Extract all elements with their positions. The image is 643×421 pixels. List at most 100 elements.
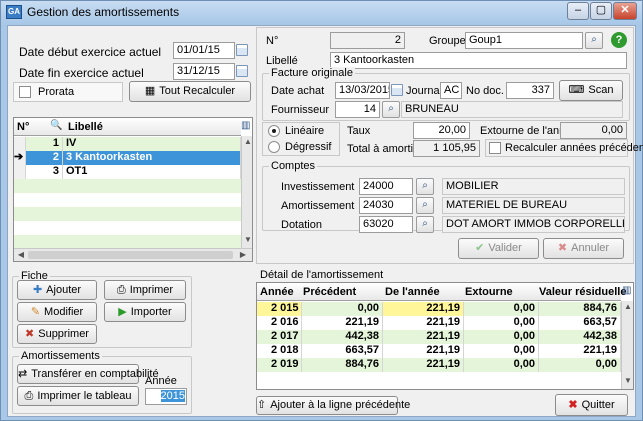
search-icon[interactable]: 🔍 — [50, 120, 62, 131]
group-field[interactable]: Goup1 — [465, 32, 583, 49]
table-row[interactable]: 2 017 442,38 221,19 0,00 442,38 — [257, 330, 621, 344]
import-button[interactable]: ▶ Importer — [104, 302, 186, 322]
delete-button[interactable]: ✖ Supprimer — [17, 324, 97, 344]
doc-number-field[interactable]: 337 — [506, 82, 554, 99]
column-header-precedent[interactable]: Précédent — [303, 286, 356, 298]
purchase-date-field[interactable]: 13/03/2015 — [335, 82, 390, 99]
investment-code-field[interactable]: 24000 — [359, 178, 413, 195]
calendar-icon[interactable] — [391, 84, 403, 96]
table-row[interactable]: 2 016 221,19 221,19 0,00 663,57 — [257, 316, 621, 330]
scroll-down-icon[interactable]: ▼ — [242, 235, 252, 244]
table-row[interactable]: 2 015 0,00 221,19 0,00 884,76 — [257, 302, 621, 316]
search-icon[interactable]: ⌕ — [416, 216, 434, 233]
amortization-table[interactable]: Année Précédent De l'année Extourne Vale… — [256, 282, 634, 390]
help-icon[interactable]: ? — [611, 32, 627, 48]
vertical-scrollbar[interactable]: ▲ ▼ — [241, 136, 252, 248]
journal-field[interactable]: AC — [440, 82, 462, 99]
window-title: Gestion des amortissements — [27, 5, 180, 19]
amortissements-group-title: Amortissements — [19, 350, 102, 362]
libelle-field[interactable]: 3 Kantoorkasten — [330, 52, 627, 69]
cell-de-lannee: 221,19 — [383, 358, 464, 372]
close-button[interactable]: ✕ — [613, 2, 637, 20]
search-icon[interactable]: ⌕ — [585, 32, 603, 49]
scroll-right-icon[interactable]: ▶ — [237, 250, 249, 259]
title-bar[interactable]: GA Gestion des amortissements – ▢ ✕ — [1, 1, 642, 23]
quit-label: Quitter — [581, 399, 615, 411]
asset-row-selected[interactable]: ➔ 2 3 Kantoorkasten — [14, 151, 241, 165]
search-icon[interactable]: ⌕ — [416, 178, 434, 195]
import-arrow-icon: ▶ — [118, 306, 127, 318]
column-header-libelle[interactable]: Libellé — [68, 121, 103, 133]
total-field: 1 105,95 — [413, 140, 480, 157]
cell-annee: 2 016 — [257, 316, 302, 330]
modify-button[interactable]: ✎ Modifier — [17, 302, 97, 322]
column-header-de-lannee[interactable]: De l'année — [385, 286, 440, 298]
calendar-icon[interactable] — [236, 44, 248, 56]
recalculate-all-button[interactable]: ▦ Tout Recalculer — [129, 81, 251, 102]
empty-row — [14, 235, 241, 249]
column-picker-icon[interactable]: ▥ — [622, 285, 631, 296]
year-value: 2015 — [160, 390, 185, 402]
year-label: Année — [145, 375, 177, 387]
supplier-code-field[interactable]: 14 — [335, 101, 380, 118]
asset-row[interactable]: 1 IV — [14, 137, 241, 151]
cell-extourne: 0,00 — [464, 302, 539, 316]
horizontal-scrollbar[interactable]: ◀ ▶ — [14, 248, 252, 261]
search-icon[interactable]: ⌕ — [416, 197, 434, 214]
cell-precedent: 0,00 — [302, 302, 383, 316]
degressive-label: Dégressif — [285, 141, 332, 153]
add-to-previous-line-button[interactable]: ⇧ Ajouter à la ligne précédente — [256, 396, 410, 415]
print-table-button[interactable]: ⎙ Imprimer le tableau — [17, 386, 139, 406]
year-field[interactable]: 2015 — [145, 388, 187, 405]
cell-valeur-residuelle: 442,38 — [539, 330, 621, 344]
calendar-icon[interactable] — [236, 65, 248, 77]
scroll-thumb[interactable] — [28, 251, 233, 259]
libelle-label: Libellé — [266, 55, 298, 67]
maximize-button[interactable]: ▢ — [590, 2, 612, 20]
end-date-field[interactable]: 31/12/15 — [173, 63, 235, 80]
start-date-label: Date début exercice actuel — [19, 45, 162, 59]
print-button[interactable]: ⎙ Imprimer — [104, 280, 186, 300]
column-picker-icon[interactable]: ▥ — [241, 120, 250, 131]
recalc-previous-checkbox[interactable] — [489, 142, 501, 154]
rate-field[interactable]: 20,00 — [413, 122, 470, 139]
minimize-button[interactable]: – — [567, 2, 589, 20]
cell-de-lannee: 221,19 — [383, 302, 464, 316]
column-header-extourne[interactable]: Extourne — [465, 286, 513, 298]
asset-number: 1 — [26, 137, 63, 151]
add-button[interactable]: ✚ Ajouter — [17, 280, 97, 300]
scan-button[interactable]: ⌨ Scan — [559, 80, 623, 101]
depreciation-code-field[interactable]: 24030 — [359, 197, 413, 214]
scroll-up-icon[interactable]: ▲ — [622, 302, 633, 311]
window-client: Date début exercice actuel 01/01/15 Date… — [7, 25, 643, 417]
asset-row[interactable]: 3 OT1 — [14, 165, 241, 179]
column-header-n[interactable]: N° — [17, 121, 29, 133]
asset-label: 3 Kantoorkasten — [63, 151, 241, 165]
amortization-detail-title: Détail de l'amortissement — [260, 269, 384, 281]
cell-valeur-residuelle: 0,00 — [539, 358, 621, 372]
allocation-code-field[interactable]: 63020 — [359, 216, 413, 233]
scroll-up-icon[interactable]: ▲ — [242, 137, 252, 146]
transfer-to-accounting-button[interactable]: ⇄ Transférer en comptabilité — [17, 364, 159, 384]
table-row[interactable]: 2 018 663,57 221,19 0,00 221,19 — [257, 344, 621, 358]
degressive-radio[interactable] — [268, 141, 280, 153]
cancel-button[interactable]: ✖ Annuler — [543, 238, 624, 259]
scroll-left-icon[interactable]: ◀ — [15, 250, 27, 259]
cancel-label: Annuler — [571, 242, 610, 254]
allocation-name-field: DOT AMORT IMMOB CORPORELLE — [442, 216, 625, 233]
cell-extourne: 0,00 — [464, 344, 539, 358]
prorata-checkbox[interactable] — [19, 86, 31, 98]
column-header-valeur-residuelle[interactable]: Valeur résiduelle — [539, 286, 626, 298]
column-header-annee[interactable]: Année — [260, 286, 294, 298]
empty-row — [257, 372, 621, 386]
start-date-field[interactable]: 01/01/15 — [173, 42, 235, 59]
linear-radio[interactable] — [268, 125, 280, 137]
scroll-down-icon[interactable]: ▼ — [622, 376, 633, 385]
vertical-scrollbar[interactable]: ▲ ▼ — [621, 301, 633, 389]
quit-button[interactable]: ✖ Quitter — [555, 394, 628, 416]
validate-button[interactable]: ✔ Valider — [458, 238, 539, 259]
search-icon[interactable]: ⌕ — [382, 101, 400, 118]
table-row[interactable]: 2 019 884,76 221,19 0,00 0,00 — [257, 358, 621, 372]
print-table-label: Imprimer le tableau — [37, 390, 132, 402]
asset-list-grid[interactable]: N° 🔍 Libellé ▥ 1 IV ➔ 2 3 Kantoorkasten … — [13, 117, 253, 262]
